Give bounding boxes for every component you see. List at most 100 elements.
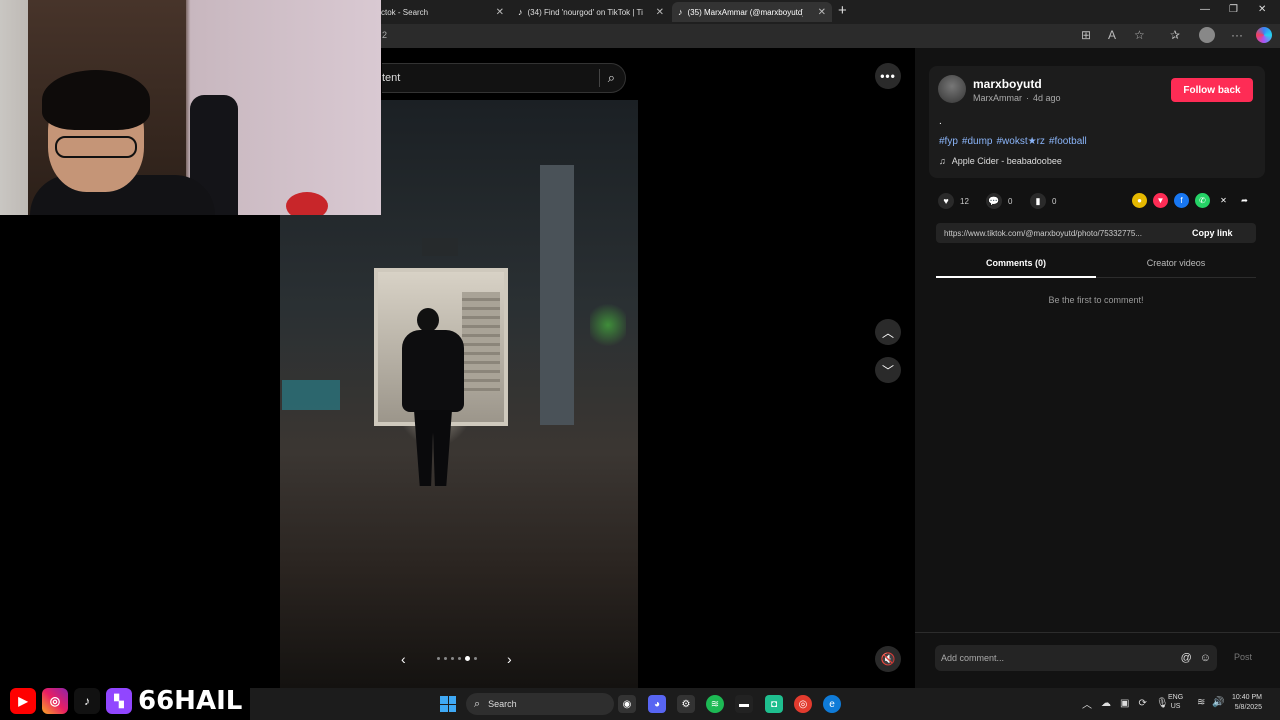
heart-icon[interactable]: ♥ [938, 193, 954, 209]
streamer-socials: ▶ ◎ ♪ ▚ 66HAIL [10, 686, 242, 716]
tab-title: (35) MarxAmmar (@marxboyutd) [687, 7, 803, 17]
carousel-dot[interactable] [444, 657, 447, 660]
comment-bubble-icon[interactable]: 💬 [986, 193, 1002, 209]
coin-icon[interactable]: ● [1132, 193, 1147, 208]
copy-link-button[interactable]: Copy link [1192, 228, 1233, 238]
taskview-icon[interactable]: ◉ [618, 695, 636, 713]
clock-time: 10:40 PM [1232, 694, 1262, 701]
carousel-dot[interactable] [458, 657, 461, 660]
language-indicator[interactable]: ENG US [1168, 693, 1183, 711]
sync-icon[interactable]: ⟳ [1138, 698, 1146, 709]
browser-tab-search[interactable]: ctok - Search ✕ [375, 2, 510, 22]
separator-dot: · [1026, 93, 1029, 103]
carousel-dot-active[interactable] [465, 656, 470, 661]
post-link[interactable]: https://www.tiktok.com/@marxboyutd/photo… [936, 229, 1182, 238]
chat-app-icon[interactable]: ◘ [765, 695, 783, 713]
profile-avatar[interactable] [1199, 27, 1215, 43]
post-music[interactable]: ♫ Apple Cider - beabadoobee [939, 156, 1062, 166]
carousel-dot[interactable] [474, 657, 477, 660]
spotify-icon[interactable]: ≋ [706, 695, 724, 713]
webcam-hair [42, 70, 150, 130]
clock-date: 5/8/2025 [1234, 704, 1262, 711]
comment-input[interactable] [941, 653, 1173, 663]
post-hashtags: #fyp #dump #wokst★rz #football [939, 136, 1087, 147]
save-count: 0 [1052, 196, 1057, 206]
url-fragment[interactable]: 2 [382, 30, 387, 40]
close-icon[interactable]: ✕ [496, 7, 504, 18]
hashtag-link[interactable]: #football [1049, 136, 1087, 147]
repost-icon[interactable]: ▼ [1153, 193, 1168, 208]
display-name: MarxAmmar [973, 93, 1022, 103]
photo-pillar [540, 165, 574, 425]
mute-icon[interactable]: 🔇 [875, 646, 901, 672]
browser-tab-profile[interactable]: ♪ (35) MarxAmmar (@marxboyutd) ✕ [672, 2, 832, 22]
copilot-icon[interactable] [1256, 27, 1272, 43]
avatar[interactable] [938, 75, 966, 103]
post-comment-button[interactable]: Post [1234, 652, 1252, 662]
search-icon[interactable]: ⌕ [608, 70, 615, 86]
mic-icon[interactable]: 🎙 [1156, 698, 1169, 709]
chrome-icon[interactable]: ◎ [794, 695, 812, 713]
next-slide-icon[interactable]: › [507, 651, 512, 667]
share-arrow-icon[interactable]: ➦ [1237, 193, 1252, 208]
like-stat[interactable]: ♥ 12 [938, 193, 969, 209]
post-age: 4d ago [1033, 93, 1061, 103]
whatsapp-icon[interactable]: ✆ [1195, 193, 1210, 208]
empty-comments-message: Be the first to comment! [1048, 295, 1144, 305]
tab-comments[interactable]: Comments (0) [936, 258, 1096, 268]
wifi-icon[interactable]: ≋ [1197, 697, 1205, 708]
carousel-dot[interactable] [451, 657, 454, 660]
close-icon[interactable]: ✕ [818, 7, 826, 18]
capcut-icon[interactable]: ▬ [735, 695, 753, 713]
follow-back-button[interactable]: Follow back [1171, 78, 1253, 102]
browser-tab-find[interactable]: ♪ (34) Find 'nourgod' on TikTok | Tik ✕ [512, 2, 670, 22]
taskbar-search[interactable]: ⌕ Search [466, 693, 614, 715]
comment-box[interactable]: @ ☺ [935, 645, 1217, 671]
edge-icon[interactable]: e [823, 695, 841, 713]
new-tab-button[interactable]: + [838, 2, 847, 19]
minimize-icon[interactable]: — [1200, 4, 1210, 15]
search-box[interactable]: tent ⌕ [382, 63, 626, 93]
more-menu-icon[interactable]: ··· [1231, 28, 1243, 42]
post-subline: MarxAmmar · 4d ago [973, 93, 1061, 103]
save-stat[interactable]: ▮ 0 [1030, 193, 1056, 209]
comment-stat[interactable]: 💬 0 [986, 193, 1012, 209]
steam-icon[interactable]: ⚙ [677, 695, 695, 713]
x-icon[interactable]: ✕ [1216, 193, 1231, 208]
tray-chevron-icon[interactable]: ︿ [1082, 696, 1092, 711]
previous-post-button[interactable]: ︿ [875, 319, 901, 345]
close-icon[interactable]: ✕ [656, 7, 664, 18]
discord-icon[interactable]: ◕ [648, 695, 666, 713]
previous-slide-icon[interactable]: ‹ [401, 651, 406, 667]
music-note-icon: ♫ [939, 156, 946, 166]
emoji-icon[interactable]: ☺ [1200, 652, 1211, 664]
photo-person-head [417, 308, 439, 332]
favorites-icon[interactable]: ✰ [1170, 28, 1180, 42]
post-caption: . [939, 116, 942, 127]
bookmark-icon[interactable]: ▮ [1030, 193, 1046, 209]
app-view-icon[interactable]: ⊞ [1081, 28, 1091, 42]
close-window-icon[interactable]: ✕ [1258, 4, 1266, 15]
hashtag-link[interactable]: #dump [962, 136, 993, 147]
hashtag-link[interactable]: #fyp [939, 136, 958, 147]
hashtag-link[interactable]: #wokst★rz [996, 136, 1044, 147]
facebook-icon[interactable]: f [1174, 193, 1189, 208]
windows-start-icon[interactable] [440, 696, 456, 712]
read-aloud-icon[interactable]: A [1108, 28, 1116, 42]
next-post-button[interactable]: ﹀ [875, 357, 901, 383]
volume-icon[interactable]: 🔊 [1212, 697, 1224, 708]
photo-pool [282, 380, 340, 410]
restore-icon[interactable]: ❐ [1229, 4, 1238, 15]
more-options-button[interactable]: ••• [875, 63, 901, 89]
app-tray-icon[interactable]: ▣ [1120, 698, 1129, 709]
onedrive-icon[interactable]: ☁ [1101, 698, 1111, 709]
search-input[interactable]: tent [382, 72, 599, 84]
taskbar-clock[interactable]: 10:40 PM 5/8/2025 [1232, 693, 1262, 713]
tab-title: ctok - Search [381, 7, 429, 17]
post-username[interactable]: marxboyutd [973, 77, 1042, 91]
tab-creator-videos[interactable]: Creator videos [1096, 258, 1256, 268]
twitch-icon: ▚ [106, 688, 132, 714]
carousel-dot[interactable] [437, 657, 440, 660]
mention-icon[interactable]: @ [1181, 652, 1192, 664]
favorite-star-icon[interactable]: ☆ [1134, 28, 1145, 42]
